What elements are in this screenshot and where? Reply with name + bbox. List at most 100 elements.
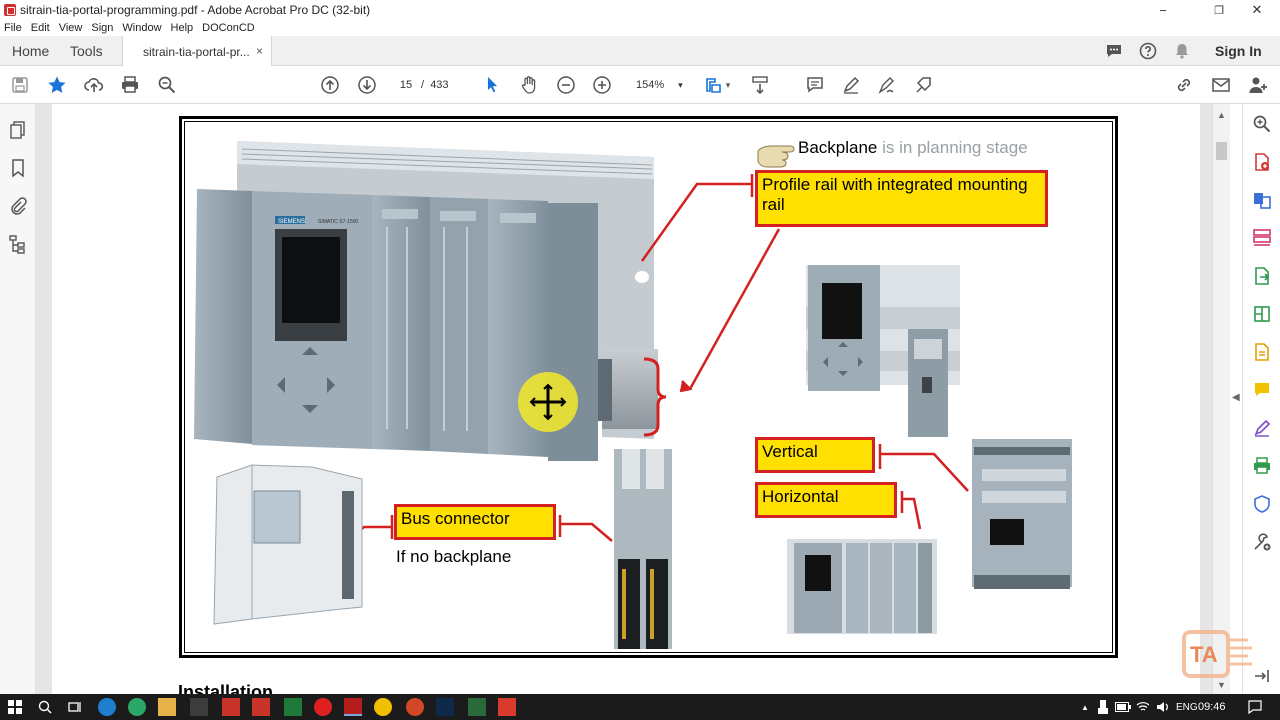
print-icon[interactable] [119, 74, 141, 96]
page-separator: / [421, 79, 425, 91]
fill-and-sign-icon[interactable] [1252, 418, 1272, 438]
tray-usb-icon[interactable] [1094, 698, 1112, 716]
minimize-button[interactable]: − [1140, 0, 1186, 20]
taskbar-app-icon-6[interactable] [252, 698, 270, 716]
current-page-input[interactable]: 15 [389, 74, 423, 96]
tray-battery-icon[interactable] [1114, 698, 1132, 716]
export-pdf-icon[interactable] [1252, 266, 1272, 286]
export-pdf-yellow-icon[interactable] [1252, 342, 1272, 362]
action-center-icon[interactable] [1246, 698, 1264, 716]
close-window-button[interactable]: ✕ [1234, 0, 1280, 20]
taskbar-app-icon-13[interactable] [468, 698, 486, 716]
tray-volume-icon[interactable] [1154, 698, 1172, 716]
tab-home[interactable]: Home [12, 36, 49, 66]
photoshop-icon[interactable] [436, 698, 454, 716]
input-language-indicator[interactable]: ENG [1176, 694, 1198, 720]
page-fit-icon[interactable] [702, 74, 724, 96]
ta-watermark-text: TA [1190, 642, 1218, 667]
vertical-scrollbar[interactable]: ▲ ▼ [1212, 104, 1230, 694]
highlight-pen-icon[interactable] [840, 74, 862, 96]
backplane-heading-bold: Backplane [798, 138, 878, 157]
tray-overflow-icon[interactable]: ▲ [1076, 698, 1094, 716]
protect-shield-icon[interactable] [1252, 494, 1272, 514]
menu-window[interactable]: Window [122, 22, 161, 34]
organize-pages-icon[interactable] [1252, 228, 1272, 248]
email-icon[interactable] [1210, 74, 1232, 96]
attachments-paperclip-icon[interactable] [8, 196, 28, 216]
windows-start-icon[interactable] [6, 698, 24, 716]
backplane-heading-rest: is in planning stage [877, 138, 1028, 157]
search-tool-icon[interactable] [1252, 114, 1272, 134]
tray-network-icon[interactable] [1134, 698, 1152, 716]
tab-close-icon[interactable]: × [256, 44, 263, 58]
comment-tool-icon[interactable] [1252, 380, 1272, 400]
zoom-dropdown-caret: ▾ [678, 79, 683, 90]
save-icon[interactable] [9, 74, 31, 96]
task-view-icon[interactable] [66, 698, 84, 716]
document-viewport[interactable]: SIEMENS SIMATIC S7-1500 Backplane is in … [36, 104, 1212, 694]
fill-sign-icon[interactable] [913, 74, 935, 96]
acrobat-app-icon [4, 4, 16, 16]
add-user-icon[interactable] [1247, 74, 1269, 96]
comment-bubble-icon[interactable] [1104, 41, 1124, 61]
right-tools-panel [1242, 104, 1280, 694]
menu-sign[interactable]: Sign [91, 22, 113, 34]
page-fit-dropdown-caret[interactable]: ▾ [724, 74, 732, 96]
menu-file[interactable]: File [4, 22, 22, 34]
taskbar-app-icon-2[interactable] [128, 698, 146, 716]
previous-page-icon[interactable] [319, 74, 341, 96]
page-thumbnails-icon[interactable] [8, 120, 28, 140]
powerpoint-icon[interactable] [406, 698, 424, 716]
create-pdf-icon[interactable] [1252, 152, 1272, 172]
more-tools-icon[interactable] [1252, 532, 1272, 552]
bookmark-star-icon[interactable] [46, 74, 68, 96]
zoom-search-icon[interactable] [156, 74, 178, 96]
taskbar-app-icon-5[interactable] [222, 698, 240, 716]
menu-doconcd[interactable]: DOConCD [202, 22, 255, 34]
taskbar-app-icon-4[interactable] [190, 698, 208, 716]
sign-in-button[interactable]: Sign In [1215, 36, 1262, 66]
scroll-up-arrow[interactable]: ▲ [1217, 110, 1226, 120]
excel-icon[interactable] [284, 698, 302, 716]
edge-browser-icon[interactable] [98, 698, 116, 716]
menu-edit[interactable]: Edit [31, 22, 50, 34]
opera-icon[interactable] [314, 698, 332, 716]
left-navigation-panel [0, 104, 36, 694]
acrobat-taskbar-icon[interactable] [344, 698, 362, 716]
cursor-highlight [518, 372, 578, 432]
file-explorer-icon[interactable] [158, 698, 176, 716]
select-cursor-icon[interactable] [481, 74, 503, 96]
draw-signature-icon[interactable] [876, 74, 898, 96]
combine-files-icon[interactable] [1252, 190, 1272, 210]
tab-document[interactable]: sitrain-tia-portal-pr... × [122, 36, 272, 67]
zoom-value: 154% [636, 79, 665, 91]
scroll-mode-icon[interactable] [749, 74, 771, 96]
pdf-page: SIEMENS SIMATIC S7-1500 Backplane is in … [52, 104, 1200, 694]
collapse-panel-icon[interactable] [1252, 666, 1272, 686]
hand-tool-icon[interactable] [518, 74, 540, 96]
right-panel-collapse-arrow[interactable]: ◀ [1232, 392, 1240, 403]
next-page-icon[interactable] [356, 74, 378, 96]
print-production-icon[interactable] [1252, 456, 1272, 476]
taskbar-app-icon-14[interactable] [498, 698, 516, 716]
chrome-icon[interactable] [374, 698, 392, 716]
zoom-out-icon[interactable] [555, 74, 577, 96]
taskbar-search-icon[interactable] [36, 698, 54, 716]
window-title: sitrain-tia-portal-programming.pdf - Ado… [20, 3, 371, 17]
edit-pdf-icon[interactable] [1252, 304, 1272, 324]
zoom-level-select[interactable]: 154% ▾ [628, 74, 684, 96]
structure-tree-icon[interactable] [8, 234, 28, 254]
horizontal-label: Horizontal [755, 482, 897, 518]
scrollbar-thumb[interactable] [1216, 142, 1227, 160]
add-comment-icon[interactable] [804, 74, 826, 96]
bookmarks-icon[interactable] [8, 158, 28, 178]
system-clock[interactable]: 09:46 [1198, 694, 1226, 720]
share-link-icon[interactable] [1173, 74, 1195, 96]
notification-bell-icon[interactable] [1172, 41, 1192, 61]
menu-help[interactable]: Help [171, 22, 194, 34]
tab-tools[interactable]: Tools [70, 36, 103, 66]
menu-view[interactable]: View [59, 22, 83, 34]
zoom-in-icon[interactable] [591, 74, 613, 96]
help-icon[interactable] [1138, 41, 1158, 61]
upload-cloud-icon[interactable] [83, 74, 105, 96]
